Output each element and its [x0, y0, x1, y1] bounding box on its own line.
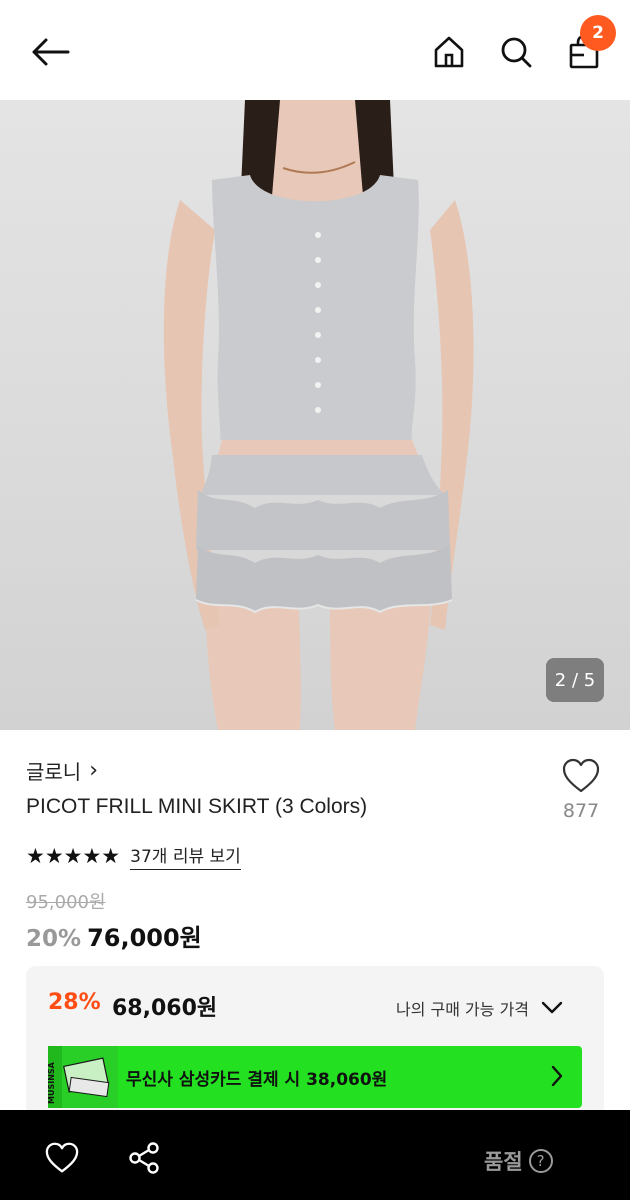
search-icon: [501, 37, 532, 68]
heart-icon: [45, 1142, 79, 1173]
home-button[interactable]: [427, 30, 471, 74]
brand-name: 글로니: [26, 760, 82, 784]
sale-price: 76,000원: [87, 924, 202, 952]
original-price: 95,000원: [26, 892, 106, 913]
wish-count: 877: [562, 800, 600, 822]
soldout-label: 품절: [484, 1150, 523, 1174]
help-icon[interactable]: ?: [528, 1149, 553, 1173]
cart-count-badge: 2: [580, 15, 616, 51]
product-image[interactable]: [0, 100, 630, 730]
benefit-discount: 28%: [48, 990, 101, 1015]
brand-link[interactable]: 글로니 ›: [26, 756, 98, 785]
top-header: 2: [0, 0, 630, 100]
chevron-right-icon: [551, 1065, 563, 1087]
discount-rate: 20%: [26, 926, 82, 952]
my-price-label: 나의 구매 가능 가격: [396, 1000, 530, 1019]
bottom-wishlist-button[interactable]: [42, 1138, 82, 1178]
wishlist-button[interactable]: 877: [556, 758, 606, 822]
chevron-down-icon: [541, 1001, 563, 1014]
card-promo-banner[interactable]: MUSINSA 무신사 삼성카드 결제 시 38,060원: [48, 1046, 582, 1108]
chevron-right-icon: ›: [89, 758, 99, 783]
bottom-action-bar: 품절 ?: [0, 1110, 630, 1200]
benefit-price: 68,060원: [112, 996, 218, 1021]
soldout-status: 품절 ?: [484, 1146, 553, 1176]
card-image: MUSINSA: [48, 1046, 118, 1108]
back-button[interactable]: [28, 30, 72, 74]
image-pager: 2 / 5: [546, 658, 604, 702]
product-title: PICOT FRILL MINI SKIRT (3 Colors): [26, 795, 368, 818]
product-photo: [163, 100, 474, 730]
price-row: 20% 76,000원: [26, 918, 202, 953]
search-button[interactable]: [494, 30, 538, 74]
rating-row: ★★★★★ 37개 리뷰 보기: [26, 842, 241, 870]
card-illustration: MUSINSA: [48, 1046, 118, 1108]
share-icon: [129, 1142, 159, 1174]
review-link[interactable]: 37개 리뷰 보기: [130, 842, 241, 870]
card-promo-text: 무신사 삼성카드 결제 시 38,060원: [126, 1069, 388, 1090]
share-button[interactable]: [124, 1138, 164, 1178]
heart-icon: [562, 758, 600, 793]
my-price-toggle[interactable]: 나의 구매 가능 가격: [396, 996, 563, 1020]
arrow-left-icon: [32, 38, 70, 66]
card-logo-text: MUSINSA: [48, 1061, 56, 1104]
home-icon: [434, 36, 464, 68]
star-rating: ★★★★★: [26, 844, 121, 868]
benefit-box: 28% 68,060원 나의 구매 가능 가격 MUSINSA 무신사 삼성카드…: [26, 966, 604, 1116]
